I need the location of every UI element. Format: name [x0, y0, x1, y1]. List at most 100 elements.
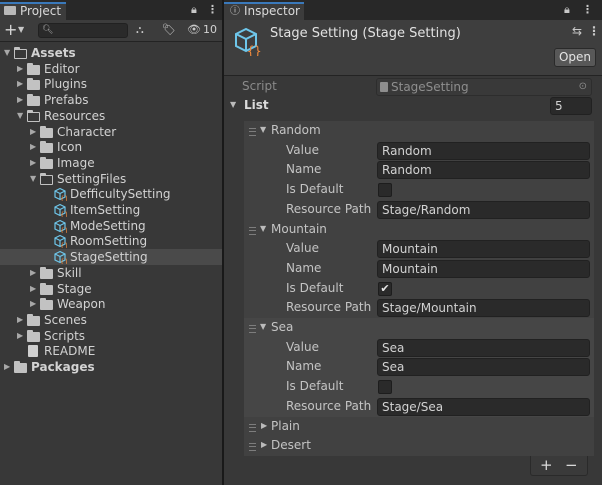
collapsed-arrow-icon[interactable]: ▶ — [30, 281, 40, 297]
element-header[interactable]: Desert — [271, 438, 311, 452]
project-tree-item-label: Plugins — [44, 77, 87, 92]
project-tree-item[interactable]: ▶ Scenes — [0, 312, 222, 328]
collapsed-arrow-icon[interactable]: ▶ — [4, 359, 14, 375]
folder-icon — [40, 156, 53, 169]
project-toolbar: + ▼ 🔍︎ ⛬ 🏷︎ 👁︎ 10 — [0, 20, 222, 42]
project-tree-item-label: Editor — [44, 61, 80, 76]
project-tree-item[interactable]: ▶ Character — [0, 124, 222, 140]
svg-text:{}: {} — [60, 242, 67, 248]
collapsed-arrow-icon[interactable]: ▶ — [17, 328, 27, 344]
project-tree-item-label: Character — [57, 124, 117, 139]
drag-handle-icon[interactable] — [249, 226, 256, 235]
project-tree-item[interactable]: ▶ Editor — [0, 61, 222, 77]
tab-project[interactable]: Project — [0, 2, 66, 20]
element-header[interactable]: Random — [271, 123, 321, 137]
remove-element-button[interactable]: − — [565, 456, 578, 475]
element-foldout-icon[interactable]: ▶ — [261, 440, 267, 449]
project-tree-item[interactable]: {}StageSetting — [0, 249, 222, 266]
collapsed-arrow-icon[interactable]: ▶ — [30, 139, 40, 155]
collapsed-arrow-icon[interactable]: ▶ — [30, 296, 40, 312]
project-tree-item[interactable]: README — [0, 343, 222, 359]
value-field[interactable]: Mountain — [377, 240, 590, 259]
collapsed-arrow-icon[interactable]: ▶ — [17, 312, 27, 328]
name-label: Name — [286, 359, 322, 374]
collapsed-arrow-icon[interactable]: ▶ — [30, 265, 40, 281]
add-element-button[interactable]: + — [540, 456, 553, 475]
project-tree-item[interactable]: ▼ Resources — [0, 108, 222, 124]
drag-handle-icon[interactable] — [249, 443, 256, 452]
project-tree-item[interactable]: {}ItemSetting — [0, 202, 222, 218]
hidden-packages-icon[interactable]: 👁︎ — [187, 23, 201, 37]
project-tree-item[interactable]: ▶ Plugins — [0, 76, 222, 92]
element-header[interactable]: Sea — [271, 320, 293, 334]
search-input[interactable] — [53, 24, 125, 37]
open-folder-icon — [40, 172, 53, 185]
element-foldout-icon[interactable]: ▶ — [261, 421, 267, 430]
project-tree-item-label: DefficultySetting — [70, 187, 171, 202]
collapsed-arrow-icon[interactable]: ▶ — [30, 124, 40, 140]
project-tree-item-label: Resources — [44, 108, 106, 123]
project-tree-item-label: Assets — [31, 46, 76, 60]
project-tree-item[interactable]: {}DefficultySetting — [0, 186, 222, 202]
name-field[interactable]: Random — [377, 161, 590, 180]
name-label: Name — [286, 162, 322, 177]
is-default-checkbox[interactable] — [378, 183, 392, 198]
project-tree-item[interactable]: ▼ SettingFiles — [0, 171, 222, 187]
expanded-arrow-icon[interactable]: ▼ — [4, 45, 14, 61]
resource-path-field[interactable]: Stage/Random — [377, 200, 590, 219]
svg-text:{}: {} — [60, 227, 67, 233]
filter-by-type-icon[interactable]: ⛬ — [136, 23, 150, 37]
folder-icon — [40, 266, 53, 279]
scriptable-object-icon: {} — [54, 250, 67, 264]
project-tree-item[interactable]: ▶ Skill — [0, 265, 222, 281]
project-tree: ▼ Assets ▶ Editor ▶ Plugins ▶ Prefabs ▼ Resources… — [0, 45, 222, 375]
name-label: Name — [286, 260, 322, 275]
expanded-arrow-icon[interactable]: ▼ — [17, 108, 27, 124]
resource-path-field[interactable]: Stage/Sea — [377, 397, 590, 416]
filter-by-label-icon[interactable]: 🏷︎ — [162, 23, 176, 37]
drag-handle-icon[interactable] — [249, 325, 256, 333]
drag-handle-icon[interactable] — [249, 128, 256, 136]
inspector-panel: ⓘ Inspector 🔒︎ ⋮ {} Stage Setting (Stage… — [224, 0, 602, 485]
is-default-checkbox[interactable]: ✔ — [378, 281, 392, 296]
collapsed-arrow-icon[interactable]: ▶ — [17, 92, 27, 108]
add-button[interactable]: + — [4, 20, 17, 40]
more-options-icon[interactable]: ⋮ — [207, 1, 218, 19]
collapsed-arrow-icon[interactable]: ▶ — [17, 61, 27, 77]
project-tree-item[interactable]: ▶ Packages — [0, 359, 222, 375]
lock-icon[interactable]: 🔒︎ — [191, 1, 197, 19]
element-foldout-icon[interactable]: ▼ — [260, 322, 266, 331]
drag-handle-icon[interactable] — [249, 423, 256, 432]
collapsed-arrow-icon[interactable]: ▶ — [30, 155, 40, 171]
element-header[interactable]: Plain — [271, 419, 300, 433]
project-tree-item[interactable]: ▶ Icon — [0, 139, 222, 155]
project-tree-item-label: StageSetting — [70, 250, 148, 265]
project-tree-item-label: ItemSetting — [70, 203, 141, 217]
project-tree-item[interactable]: ▶ Image — [0, 155, 222, 171]
open-folder-icon — [14, 47, 27, 59]
element-header[interactable]: Mountain — [271, 222, 327, 236]
value-field[interactable]: Sea — [377, 338, 590, 357]
project-tree-item[interactable]: ▶ Stage — [0, 281, 222, 297]
project-tree-item[interactable]: ▶ Weapon — [0, 296, 222, 312]
project-tree-item[interactable]: ▼ Assets — [0, 45, 222, 61]
element-foldout-icon[interactable]: ▼ — [260, 224, 266, 233]
element-foldout-icon[interactable]: ▼ — [260, 125, 266, 134]
folder-icon — [27, 313, 40, 326]
name-field[interactable]: Mountain — [377, 259, 590, 278]
collapsed-arrow-icon[interactable]: ▶ — [17, 76, 27, 92]
project-tree-item[interactable]: ▶ Prefabs — [0, 92, 222, 108]
value-field[interactable]: Random — [377, 141, 590, 160]
resource-path-field[interactable]: Stage/Mountain — [377, 299, 590, 318]
project-tree-item[interactable]: {}ModeSetting — [0, 218, 222, 234]
project-tree-item-label: Scenes — [44, 312, 87, 327]
project-tree-item[interactable]: {}RoomSetting — [0, 233, 222, 249]
is-default-checkbox[interactable] — [378, 380, 392, 395]
add-dropdown-icon[interactable]: ▼ — [18, 22, 24, 38]
expanded-arrow-icon[interactable]: ▼ — [30, 171, 40, 187]
name-field[interactable]: Sea — [377, 358, 590, 377]
project-tree-item[interactable]: ▶ Scripts — [0, 328, 222, 344]
project-tree-item-label: Weapon — [57, 297, 106, 312]
project-tree-item-label: Scripts — [44, 328, 86, 343]
search-field[interactable]: 🔍︎ — [38, 23, 128, 38]
